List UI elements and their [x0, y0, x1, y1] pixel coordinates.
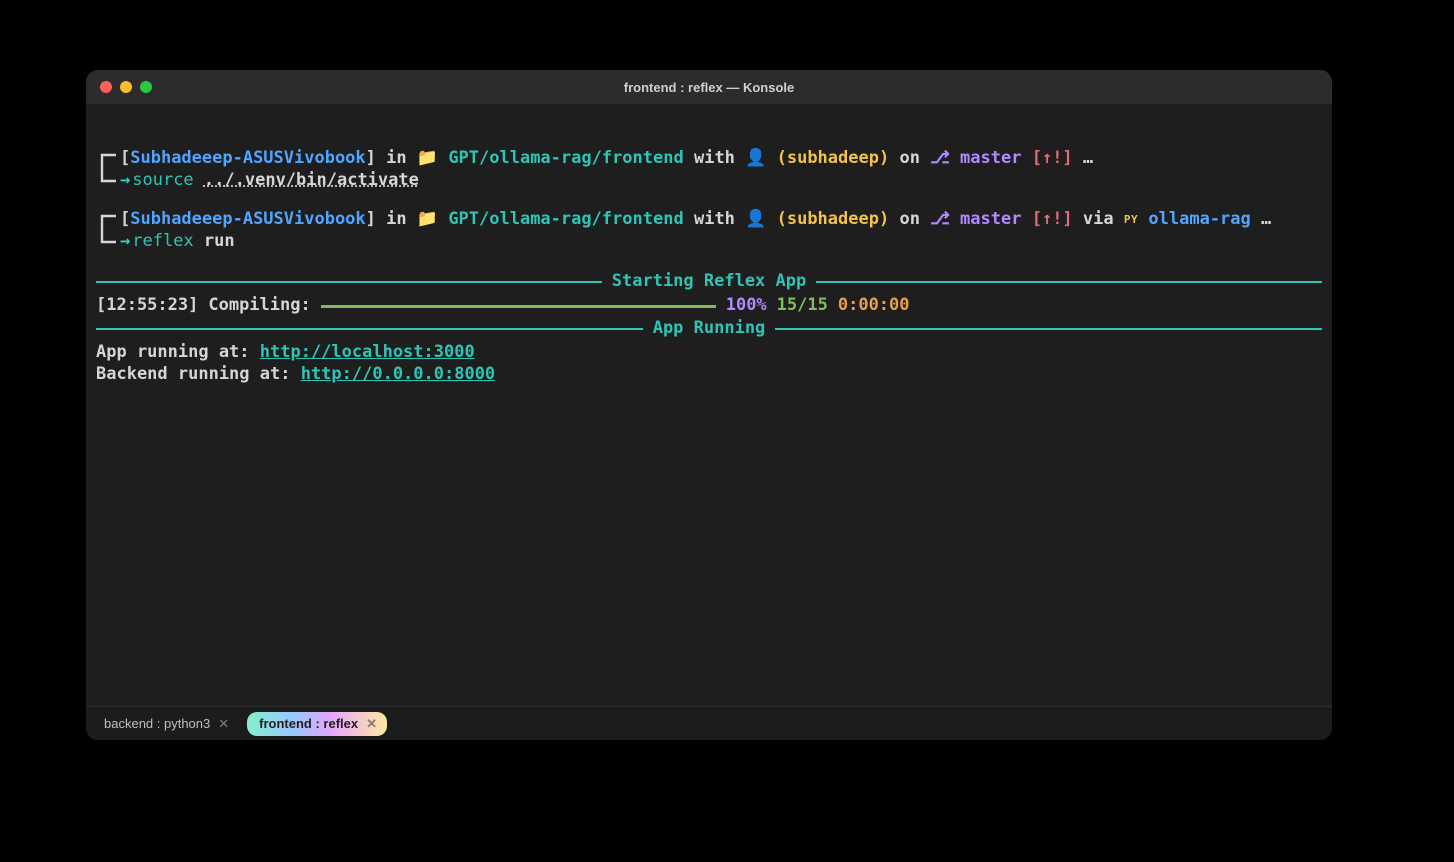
git-state: [↑!] [1032, 148, 1073, 168]
tab-frontend[interactable]: frontend : reflex ✕ [247, 712, 387, 736]
tab-bar: backend : python3 ✕ frontend : reflex ✕ [86, 706, 1332, 740]
progress-elapsed: 0:00:00 [838, 295, 910, 317]
command-arg: run [204, 231, 235, 251]
command: reflex [132, 231, 193, 251]
terminal-output[interactable]: [Subhadeeep-ASUSVivobook] in 📁 GPT/ollam… [86, 104, 1332, 706]
prompt-corner-icon [96, 209, 120, 253]
command: source [132, 170, 193, 190]
terminal-window: frontend : reflex — Konsole [Subhadeeep-… [86, 70, 1332, 740]
tab-label: frontend : reflex [259, 716, 358, 731]
git-branch: master [960, 209, 1021, 229]
username: subhadeep [787, 148, 879, 168]
progress-bar [321, 305, 716, 308]
compile-label: Compiling: [208, 295, 310, 317]
branch-icon: ⎇ [930, 148, 950, 168]
cwd-path: GPT/ollama-rag/frontend [448, 209, 683, 229]
username: subhadeep [787, 209, 879, 229]
section-title: App Running [653, 318, 766, 340]
section-rule: App Running [96, 318, 1322, 340]
backend-url-link[interactable]: http://0.0.0.0:8000 [301, 364, 495, 384]
git-branch: master [960, 148, 1021, 168]
tab-backend[interactable]: backend : python3 ✕ [92, 712, 239, 736]
timestamp: [12:55:23] [96, 295, 198, 317]
prompt-corner-icon [96, 148, 120, 192]
app-url-link[interactable]: http://localhost:3000 [260, 342, 475, 362]
progress-count: 15/15 [777, 295, 828, 317]
folder-icon: 📁 [417, 148, 438, 168]
tab-label: backend : python3 [104, 716, 210, 731]
branch-icon: ⎇ [930, 209, 950, 229]
hostname: Subhadeeep-ASUSVivobook [130, 148, 365, 168]
prompt-block: [Subhadeeep-ASUSVivobook] in 📁 GPT/ollam… [96, 209, 1322, 253]
titlebar: frontend : reflex — Konsole [86, 70, 1332, 104]
close-icon[interactable]: ✕ [218, 716, 229, 732]
cwd-path: GPT/ollama-rag/frontend [448, 148, 683, 168]
section-rule: Starting Reflex App [96, 271, 1322, 293]
command-arg: ../.venv/bin/activate [204, 170, 419, 190]
prompt-arrow-icon: → [120, 231, 130, 251]
progress-percent: 100% [726, 295, 767, 317]
user-icon: 👤 [745, 148, 766, 168]
prompt-block: [Subhadeeep-ASUSVivobook] in 📁 GPT/ollam… [96, 148, 1322, 192]
venv-name: ollama-rag [1148, 209, 1250, 229]
app-url-line: App running at: http://localhost:3000 [96, 342, 1322, 364]
prompt-arrow-icon: → [120, 170, 130, 190]
close-icon[interactable]: ✕ [366, 716, 377, 732]
python-icon: PY [1124, 213, 1138, 227]
user-icon: 👤 [745, 209, 766, 229]
section-title: Starting Reflex App [612, 271, 806, 293]
git-state: [↑!] [1032, 209, 1073, 229]
backend-url-line: Backend running at: http://0.0.0.0:8000 [96, 364, 1322, 386]
folder-icon: 📁 [417, 209, 438, 229]
hostname: Subhadeeep-ASUSVivobook [130, 209, 365, 229]
window-title: frontend : reflex — Konsole [86, 80, 1332, 95]
compile-line: [12:55:23] Compiling: 100% 15/15 0:00:00 [96, 295, 1322, 317]
